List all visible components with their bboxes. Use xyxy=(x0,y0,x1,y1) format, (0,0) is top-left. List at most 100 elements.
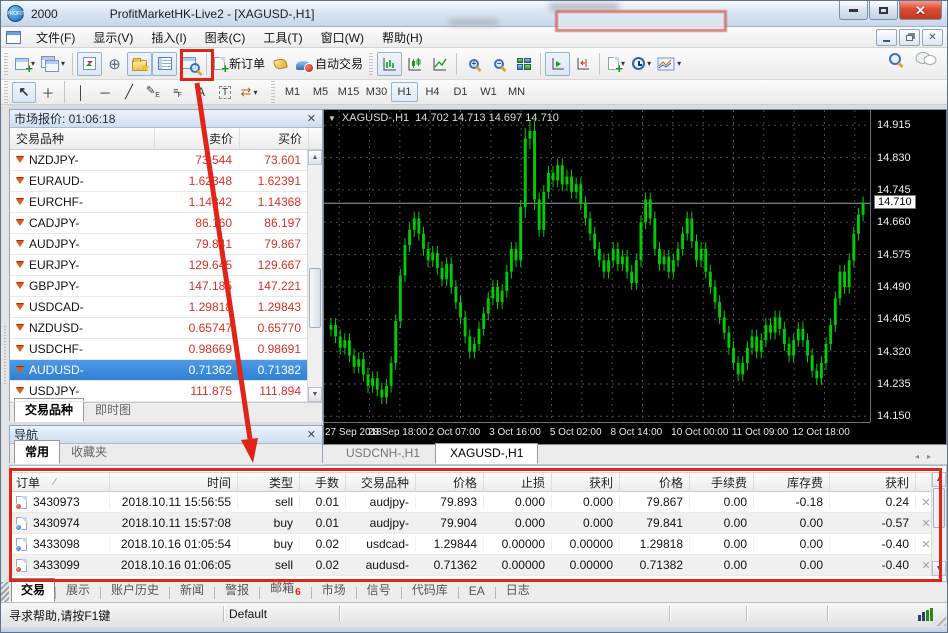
toolbar-grip[interactable] xyxy=(271,81,275,103)
market-watch-row[interactable]: EURJPY- 129.645 129.667 xyxy=(10,255,322,276)
close-icon[interactable]: ✕ xyxy=(305,428,318,441)
orders-column-7[interactable]: 获利 xyxy=(552,473,620,491)
timeframe-h1[interactable]: H1 xyxy=(391,82,418,102)
timeframe-w1[interactable]: W1 xyxy=(475,82,502,102)
new-chart-button[interactable]: + ▾ xyxy=(12,52,38,76)
order-row[interactable]: 3430974 2018.10.11 15:57:08 buy 0.01 audjpy-… xyxy=(10,513,946,534)
tab-scroll-arrows[interactable]: ◂▸ xyxy=(915,452,939,461)
terminal-tab-信号[interactable]: 信号 xyxy=(357,578,401,602)
autotrading-button[interactable]: 自动交易 xyxy=(293,52,366,76)
toolbar-grip[interactable] xyxy=(4,81,8,103)
zoom-out-button[interactable]: − xyxy=(486,52,511,76)
terminal-tab-警报[interactable]: 警报 xyxy=(215,578,259,602)
terminal-tab-交易[interactable]: 交易 xyxy=(11,578,56,602)
market-watch-row[interactable]: USDJPY- 111.875 111.894 xyxy=(10,381,322,402)
arrows-tool[interactable]: ⇄ ▾ xyxy=(237,82,261,103)
timeframe-m5[interactable]: M5 xyxy=(307,82,334,102)
close-icon[interactable]: ✕ xyxy=(305,112,318,125)
chart-shift-button[interactable] xyxy=(570,52,595,76)
orders-column-6[interactable]: 止损 xyxy=(484,473,552,491)
menu-item-3[interactable]: 图表(C) xyxy=(196,27,255,48)
minimize-button[interactable] xyxy=(839,1,868,20)
horizontal-line-tool[interactable]: ─ xyxy=(93,82,117,103)
order-row[interactable]: 3430973 2018.10.11 15:56:55 sell 0.01 audjpy… xyxy=(10,492,946,513)
scroll-down-icon[interactable]: ▼ xyxy=(932,561,946,576)
chart-area[interactable]: 14.915 14.830 14.745 14.660 14.575 14.490 14.4… xyxy=(323,109,947,445)
search-icon[interactable] xyxy=(889,53,901,65)
text-tool[interactable]: A xyxy=(189,82,213,103)
orders-column-8[interactable]: 价格 xyxy=(620,473,690,491)
timeframe-m15[interactable]: M15 xyxy=(335,82,362,102)
mdi-close-button[interactable]: ✕ xyxy=(922,29,943,46)
chart-symbol-dropdown-icon[interactable]: ▼ xyxy=(328,114,336,123)
orders-column-2[interactable]: 类型 xyxy=(238,473,300,491)
menu-item-1[interactable]: 显示(V) xyxy=(84,27,142,48)
timeframe-m30[interactable]: M30 xyxy=(363,82,390,102)
orders-column-4[interactable]: 交易品种 xyxy=(346,473,416,491)
menu-item-4[interactable]: 工具(T) xyxy=(254,27,311,48)
toolbar-grip[interactable] xyxy=(369,52,374,75)
tile-windows-button[interactable] xyxy=(511,52,536,76)
terminal-toggle[interactable] xyxy=(152,51,178,76)
orders-column-10[interactable]: 库存费 xyxy=(754,473,830,491)
orders-column-3[interactable]: 手数 xyxy=(300,473,346,491)
strategy-tester-button[interactable] xyxy=(177,52,202,76)
navigator-toggle[interactable]: ★ xyxy=(127,51,153,76)
scroll-thumb[interactable] xyxy=(309,268,321,328)
nav-tab-收藏夹[interactable]: 收藏夹 xyxy=(60,440,118,464)
order-row[interactable]: 3433098 2018.10.16 01:05:54 buy 0.02 usdcad-… xyxy=(10,534,946,555)
timeframe-h4[interactable]: H4 xyxy=(419,82,446,102)
scroll-down-icon[interactable]: ▼ xyxy=(308,387,322,402)
market-watch-row[interactable]: EURCHF- 1.14342 1.14368 xyxy=(10,192,322,213)
maximize-button[interactable] xyxy=(869,1,898,20)
new-order-button[interactable]: + 新订单 xyxy=(211,52,268,76)
trendline-tool[interactable]: ╱ xyxy=(117,82,141,103)
toolbar-grip[interactable] xyxy=(4,52,8,75)
terminal-grip[interactable] xyxy=(1,582,9,602)
terminal-tab-账户历史[interactable]: 账户历史 xyxy=(101,578,169,602)
mdi-restore-button[interactable] xyxy=(899,29,920,46)
market-watch-row[interactable]: AUDUSD- 0.71362 0.71382 xyxy=(10,360,322,381)
profiles-button[interactable]: ▾ xyxy=(38,52,68,76)
metaeditor-button[interactable] xyxy=(268,52,293,76)
zoom-in-button[interactable]: + xyxy=(461,52,486,76)
terminal-tab-市场[interactable]: 市场 xyxy=(312,578,356,602)
indicators-button[interactable]: + ▾ xyxy=(604,52,629,76)
terminal-tab-邮箱[interactable]: 邮箱6 xyxy=(260,576,311,602)
chart-tab-USDCNH-,H1[interactable]: USDCNH-,H1 xyxy=(331,443,435,464)
terminal-tab-日志[interactable]: 日志 xyxy=(496,578,540,602)
orders-column-5[interactable]: 价格 xyxy=(416,473,484,491)
mw-column-2[interactable]: 买价 xyxy=(240,128,309,149)
channel-tool[interactable]: ✎E xyxy=(141,82,165,103)
market-watch-scrollbar[interactable]: ▲ ▼ xyxy=(307,150,322,402)
market-watch-row[interactable]: AUDJPY- 79.841 79.867 xyxy=(10,234,322,255)
data-window-button[interactable]: ⊕ xyxy=(102,52,127,76)
market-watch-toggle[interactable] xyxy=(77,51,103,76)
orders-column-0[interactable]: 订单 ∕ xyxy=(10,473,110,491)
templates-button[interactable]: ▾ xyxy=(654,52,684,76)
menu-item-5[interactable]: 窗口(W) xyxy=(312,27,373,48)
crosshair-tool[interactable]: ＋ xyxy=(36,82,60,103)
nav-tab-常用[interactable]: 常用 xyxy=(14,440,61,464)
orders-column-11[interactable]: 获利 xyxy=(830,473,916,491)
candlestick-chart-button[interactable] xyxy=(402,52,427,76)
close-button[interactable]: ✕ xyxy=(899,1,942,20)
terminal-tab-展示[interactable]: 展示 xyxy=(56,578,100,602)
terminal-tab-代码库[interactable]: 代码库 xyxy=(402,578,458,602)
resize-grip[interactable] xyxy=(932,612,946,626)
bar-chart-button[interactable] xyxy=(377,51,403,76)
terminal-tab-新闻[interactable]: 新闻 xyxy=(170,578,214,602)
auto-scroll-button[interactable] xyxy=(545,51,571,76)
chart-tab-XAGUSD-,H1[interactable]: XAGUSD-,H1 xyxy=(435,443,539,464)
terminal-tab-EA[interactable]: EA xyxy=(459,581,495,602)
scroll-thumb[interactable] xyxy=(933,488,945,528)
line-chart-button[interactable] xyxy=(427,52,452,76)
scroll-up-icon[interactable]: ▲ xyxy=(932,472,946,487)
market-watch-row[interactable]: NZDJPY- 73.544 73.601 xyxy=(10,150,322,171)
text-label-tool[interactable]: T xyxy=(213,82,237,103)
orders-column-9[interactable]: 手续费 xyxy=(690,473,754,491)
fibonacci-tool[interactable]: ≡F xyxy=(165,82,189,103)
market-watch-row[interactable]: USDCAD- 1.29818 1.29843 xyxy=(10,297,322,318)
chat-icon[interactable] xyxy=(915,51,937,67)
timeframe-mn[interactable]: MN xyxy=(503,82,530,102)
